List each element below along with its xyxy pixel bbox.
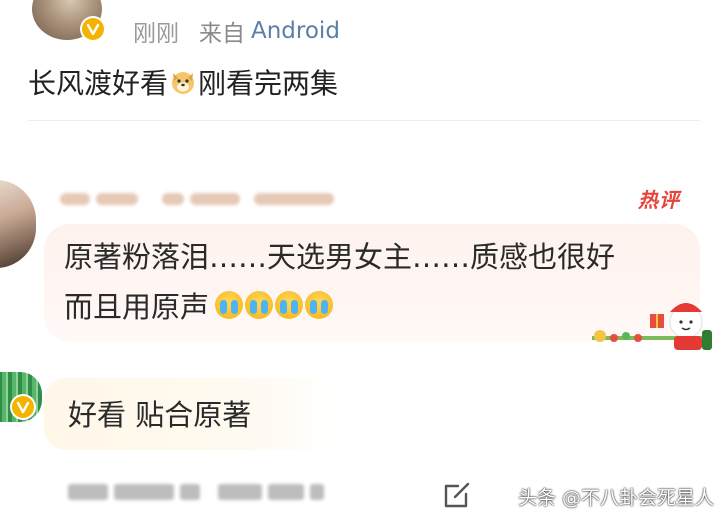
commenter-avatar[interactable] <box>0 180 36 268</box>
post-source-prefix: 来自 <box>199 21 245 47</box>
verified-badge-icon <box>80 16 106 42</box>
post-text-after: 刚看完两集 <box>198 67 339 100</box>
member-tag-blurred <box>254 193 334 205</box>
post-source-platform[interactable]: Android <box>251 18 340 44</box>
comment-2-text: 好看 贴合原著 <box>68 398 252 432</box>
crying-emoji-icon <box>245 291 274 319</box>
crying-emoji-icon <box>275 291 304 319</box>
verified-badge-icon <box>10 394 36 420</box>
hot-comment-line-2: 而且用原声 <box>64 290 210 324</box>
footer-meta-blurred <box>68 484 324 500</box>
hot-comment-badge: 热评 <box>638 188 680 212</box>
post-body: 长风渡好看 刚看完两集 <box>28 62 338 102</box>
hot-comment-line-1: 原著粉落泪……天选男女主……质感也很好 <box>64 240 616 274</box>
post-text-before: 长风渡好看 <box>28 67 169 100</box>
share-edit-icon[interactable] <box>442 480 472 510</box>
christmas-snowman-sticker-icon <box>592 302 712 350</box>
post-meta: 刚刚 来自 Android <box>133 14 340 48</box>
dog-face-emoji-icon <box>170 69 196 95</box>
hot-comment-line-2-row: 而且用原声 <box>64 284 335 326</box>
divider <box>28 120 700 121</box>
watermark: 头条 @不八卦会死星人 <box>518 487 715 509</box>
post-time: 刚刚 <box>133 21 179 47</box>
crying-emoji-icon <box>305 291 334 319</box>
crying-emoji-icon <box>215 291 244 319</box>
commenter-name-blurred[interactable] <box>60 184 334 214</box>
